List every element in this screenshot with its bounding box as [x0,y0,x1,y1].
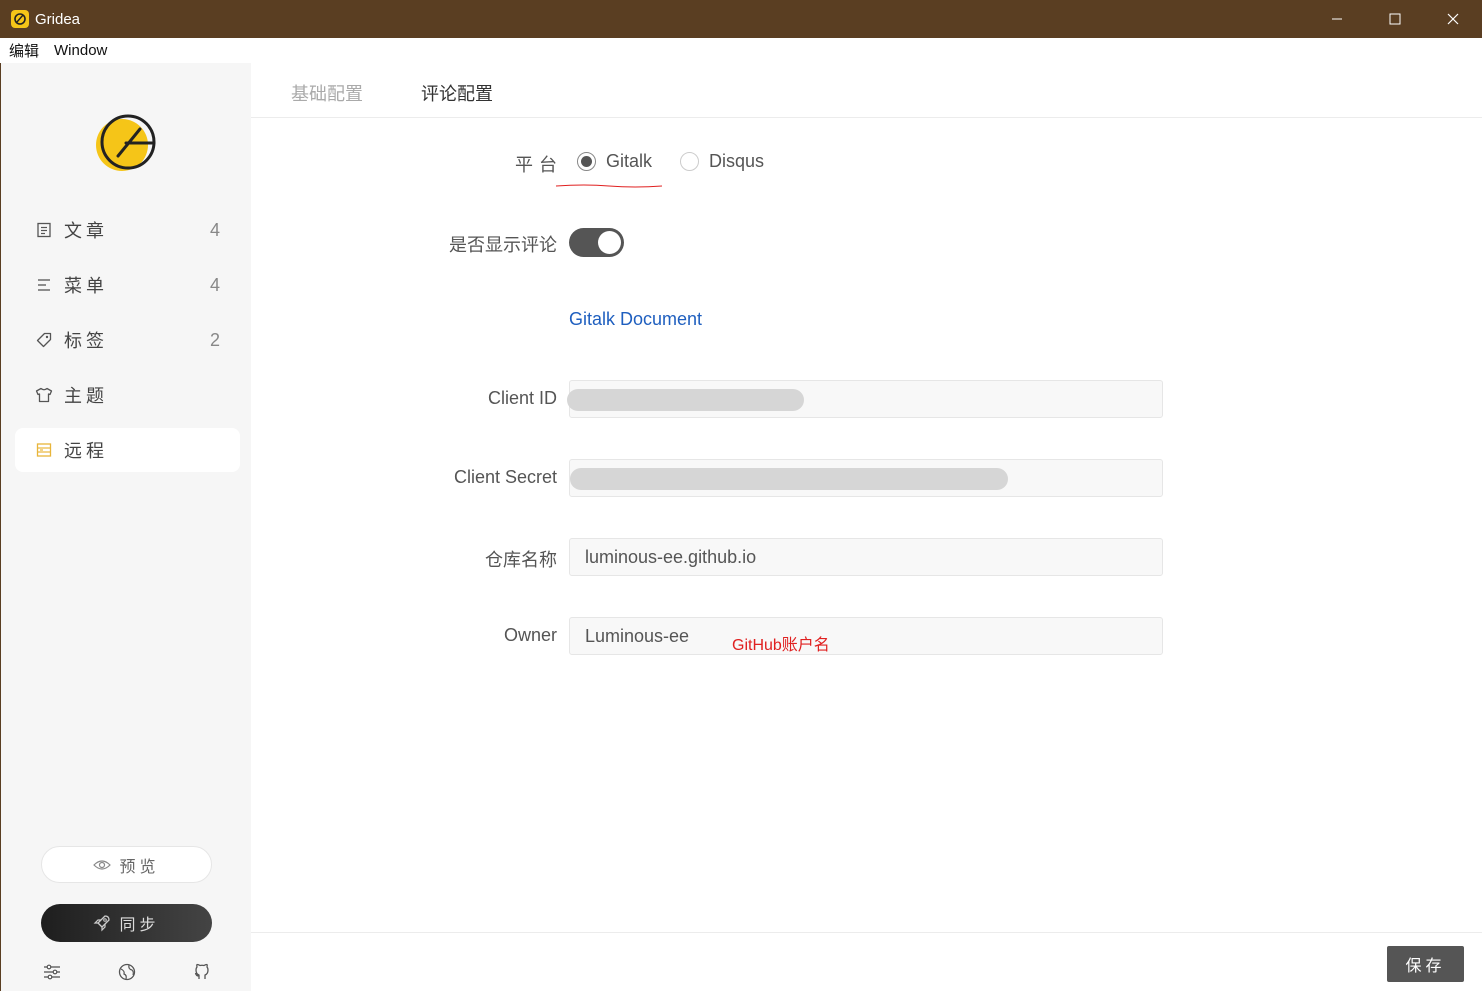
owner-input[interactable]: Luminous-ee [569,617,1163,655]
preview-button[interactable]: 预览 [41,846,212,883]
client-secret-label: Client Secret [453,467,557,487]
radio-circle[interactable] [577,152,596,171]
sidebar: 文章 4 菜单 4 标签 2 主题 远程 预览 同步 [0,63,251,991]
menu-edit[interactable]: 编辑 [9,40,39,61]
repo-input[interactable]: luminous-ee.github.io [569,538,1163,576]
owner-value: Luminous-ee [585,625,690,646]
sidebar-item-articles[interactable]: 文章 4 [15,208,240,252]
tab-basic-config[interactable]: 基础配置 [291,80,363,106]
sidebar-item-count: 2 [209,329,220,350]
sidebar-item-tags[interactable]: 标签 2 [15,318,240,362]
radio-disqus[interactable]: Disqus [680,151,764,172]
platform-radio-group: Gitalk Disqus [577,151,764,172]
sync-label: 同步 [119,917,160,934]
menu-icon [35,276,53,294]
preview-label: 预览 [119,858,160,876]
sidebar-item-remote[interactable]: 远程 [15,428,240,472]
server-icon [35,441,53,459]
annotation-underline [555,184,663,188]
window-title: Gridea [35,10,81,28]
sidebar-item-menus[interactable]: 菜单 4 [15,263,240,307]
globe-icon[interactable] [116,961,138,983]
minimize-button[interactable] [1308,0,1366,38]
tab-comment-config[interactable]: 评论配置 [421,80,493,106]
sidebar-item-label: 主题 [64,386,108,406]
rocket-icon [94,915,111,932]
github-icon[interactable] [191,961,213,983]
sync-button[interactable]: 同步 [41,904,212,942]
maximize-button[interactable] [1366,0,1424,38]
sidebar-item-count: 4 [209,219,220,240]
redaction-blur [567,389,804,411]
sidebar-item-label: 菜单 [64,276,108,296]
sidebar-item-count: 4 [209,274,220,295]
platform-label: 平台 [515,155,563,175]
sidebar-item-label: 文章 [64,221,108,241]
radio-gitalk[interactable]: Gitalk [577,151,652,172]
sidebar-item-theme[interactable]: 主题 [15,373,240,417]
tag-icon [35,331,53,349]
annotation-text: GitHub账户名 [732,637,830,654]
client-id-label: Client ID [487,388,557,408]
tab-bar: 基础配置 评论配置 [251,63,1482,118]
radio-gitalk-label: Gitalk [606,151,653,171]
shirt-icon [35,386,53,404]
article-icon [35,221,53,239]
eye-icon [93,859,112,870]
close-button[interactable] [1424,0,1482,38]
radio-disqus-label: Disqus [709,151,765,171]
sidebar-item-label: 远程 [64,441,108,461]
redaction-blur [570,468,1008,490]
owner-label: Owner [503,625,557,645]
show-comment-toggle[interactable] [569,228,624,257]
footer-bar: 保存 [251,932,1482,991]
menu-bar: 编辑 Window [0,38,1482,63]
client-secret-input[interactable] [569,459,1163,497]
repo-label: 仓库名称 [485,550,557,570]
client-id-input[interactable] [567,380,1163,418]
settings-sliders-icon[interactable] [41,961,63,983]
app-logo-icon [11,10,29,28]
main-panel: 基础配置 评论配置 平台 Gitalk Disqus 是否显示评论 Gitalk… [251,63,1482,991]
toggle-knob [598,231,621,254]
show-comment-label: 是否显示评论 [449,235,557,255]
title-bar: Gridea [0,0,1482,38]
repo-value: luminous-ee.github.io [585,546,757,567]
menu-window[interactable]: Window [54,42,107,59]
gridea-logo [96,113,160,173]
save-button[interactable]: 保存 [1387,946,1464,982]
sidebar-item-label: 标签 [64,331,108,351]
gitalk-document-link[interactable]: Gitalk Document [569,309,702,330]
radio-circle[interactable] [680,152,700,171]
